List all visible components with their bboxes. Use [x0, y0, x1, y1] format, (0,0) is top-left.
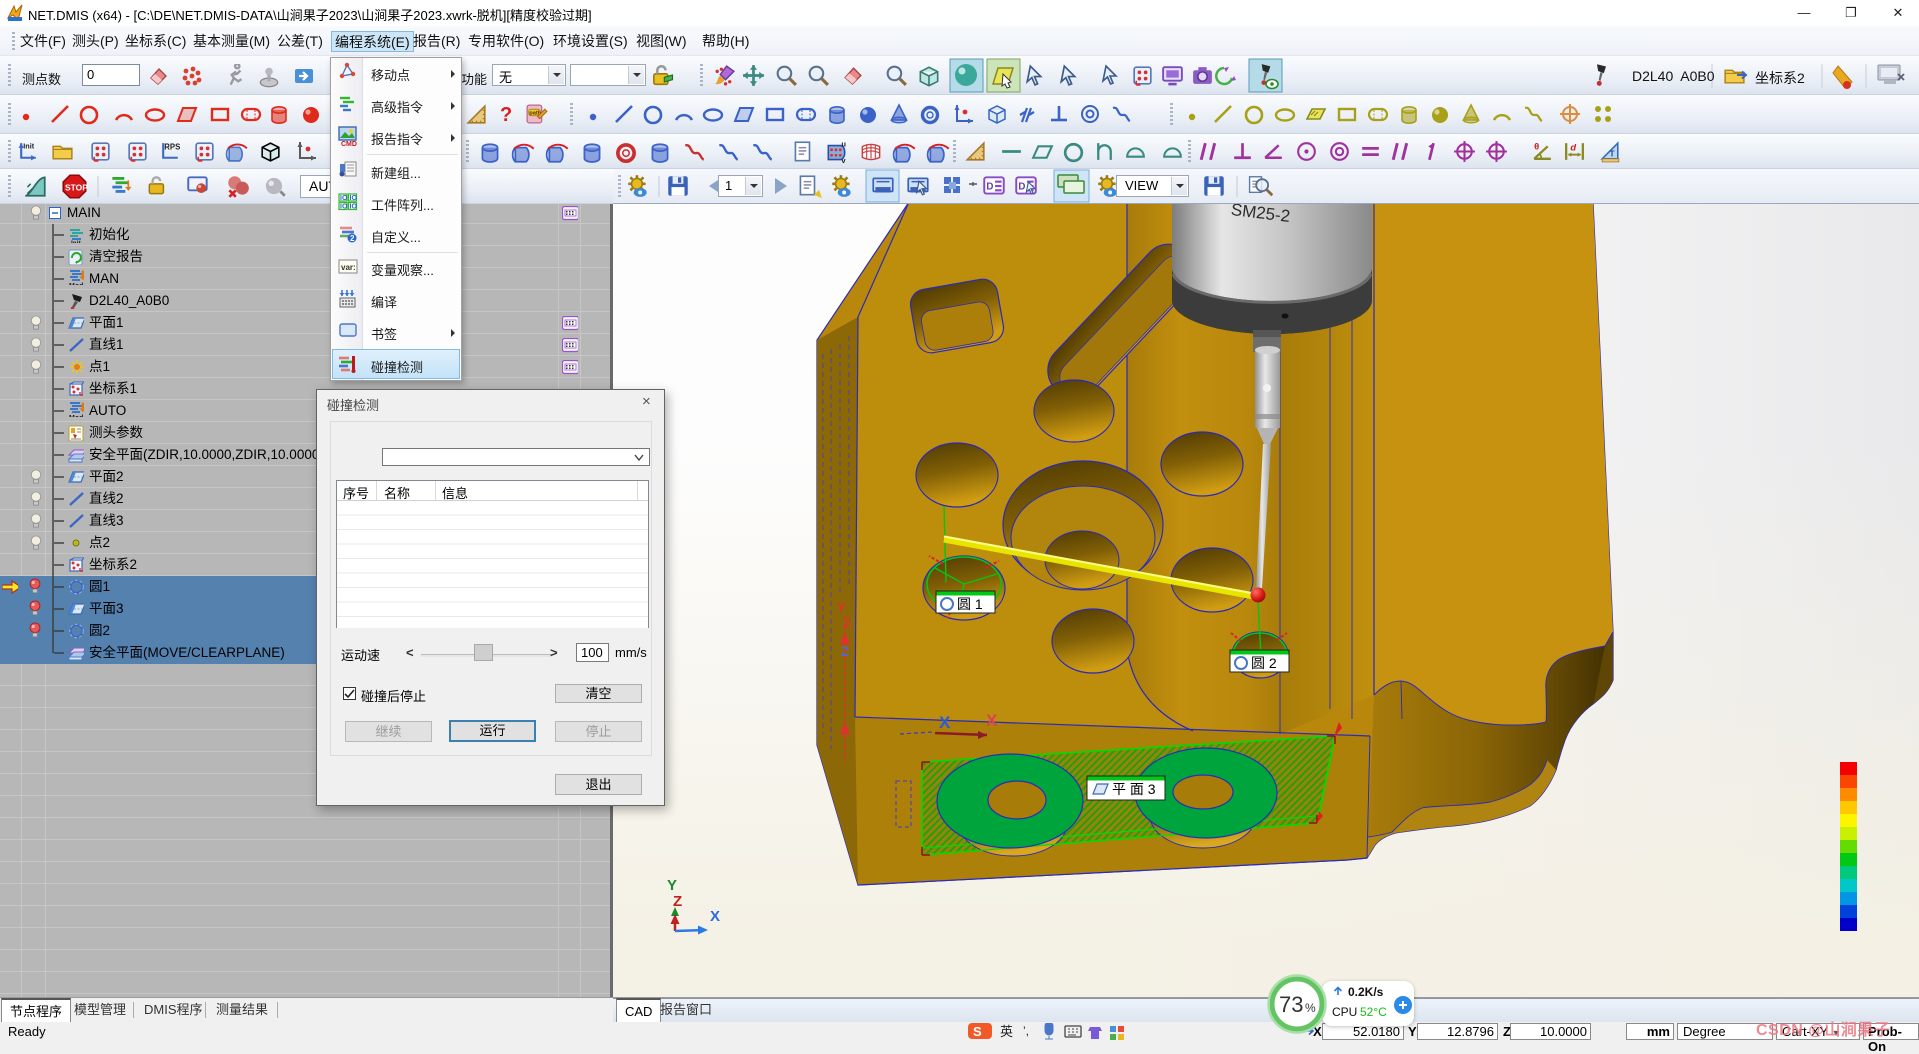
- svg-text:IO: IO: [350, 204, 358, 211]
- svg-text:X: X: [986, 711, 998, 730]
- svg-text:CPU: CPU: [1332, 1005, 1357, 1019]
- svg-text:平 面 3: 平 面 3: [1112, 781, 1156, 797]
- svg-text:%: %: [1305, 1001, 1316, 1015]
- svg-text:圆 2: 圆 2: [1251, 655, 1277, 671]
- svg-text:Y: Y: [837, 600, 846, 615]
- svg-text:52°C: 52°C: [1360, 1005, 1387, 1019]
- svg-text:圆 1: 圆 1: [957, 596, 983, 612]
- svg-text:CMD: CMD: [341, 141, 357, 146]
- svg-text:2: 2: [350, 234, 355, 243]
- svg-text:73: 73: [1279, 992, 1303, 1017]
- svg-text:X: X: [939, 713, 951, 732]
- svg-text:IO: IO: [350, 195, 358, 202]
- svg-text:英: 英: [1000, 1024, 1013, 1039]
- svg-text:0.2K/s: 0.2K/s: [1348, 985, 1384, 999]
- svg-text:Z: Z: [843, 616, 851, 631]
- svg-text:Z: Z: [673, 893, 682, 910]
- svg-text:X: X: [710, 908, 720, 925]
- svg-text:var:: var:: [341, 263, 356, 272]
- svg-text:Y: Y: [667, 877, 677, 894]
- svg-text:IO: IO: [340, 204, 348, 211]
- svg-text:IO: IO: [340, 195, 348, 202]
- svg-text:S: S: [973, 1024, 982, 1039]
- svg-text:’,: ’,: [1023, 1024, 1029, 1038]
